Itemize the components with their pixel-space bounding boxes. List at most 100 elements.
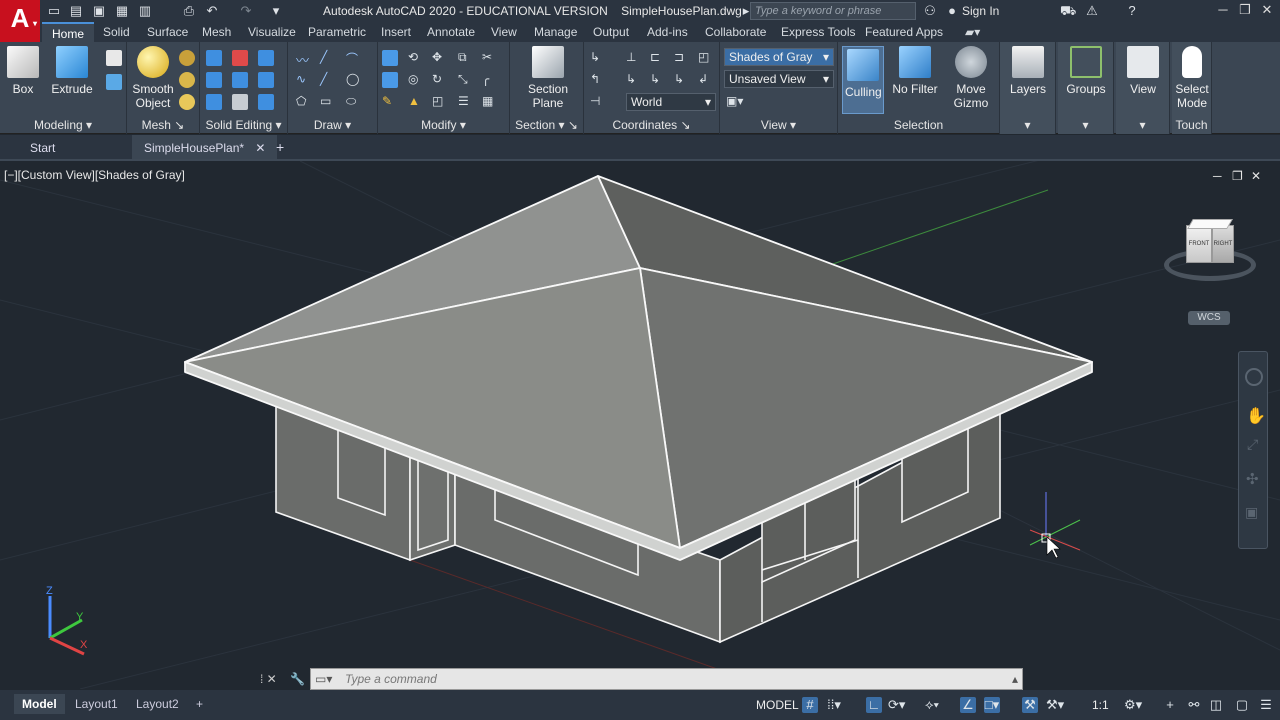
undo-icon[interactable]: ↶ <box>204 3 220 19</box>
exchange-icon[interactable]: ⚠ <box>1084 3 1100 19</box>
extract-edges-icon[interactable] <box>206 94 222 110</box>
video-icon[interactable]: ▰▾ <box>965 25 980 39</box>
spline-icon[interactable]: ∿ <box>296 72 312 88</box>
intersect-icon[interactable] <box>258 50 274 66</box>
wrench-icon[interactable]: 🔧 <box>290 672 305 686</box>
customization-menu-icon[interactable]: ☰ <box>1258 697 1274 713</box>
line-icon[interactable]: ╱ <box>320 50 336 66</box>
layout-tab-layout2[interactable]: Layout2 <box>128 694 187 714</box>
no-filter-button[interactable]: No Filter <box>890 46 940 96</box>
zoom-extents-icon[interactable]: ⤢ <box>1247 436 1258 453</box>
scale-icon[interactable]: ◰ <box>432 94 448 110</box>
new-tab-icon[interactable]: + <box>276 139 284 155</box>
restore-button[interactable]: ❐ <box>1234 2 1256 20</box>
tab-solid[interactable]: Solid <box>103 25 130 39</box>
polysolid-icon[interactable] <box>106 74 122 90</box>
draw-title[interactable]: Draw ▾ <box>288 118 377 132</box>
cart-icon[interactable]: ⛟ <box>1060 3 1076 19</box>
command-history-icon[interactable]: ▭▾ <box>315 672 332 686</box>
fillet-icon[interactable]: ╭ <box>482 72 498 88</box>
viewport-minimize-icon[interactable]: ─ <box>1213 169 1222 183</box>
copy-icon[interactable]: ⧉ <box>458 50 474 66</box>
viewport-config-icon[interactable]: ▣▾ <box>726 94 743 110</box>
visual-style-dropdown[interactable]: Shades of Gray ▾ <box>724 48 834 66</box>
plus-icon[interactable]: + <box>1162 697 1178 713</box>
view-title[interactable]: View ▾ <box>720 118 837 132</box>
drawing-viewport[interactable]: [−][Custom View][Shades of Gray] Z Y X ─… <box>0 161 1280 689</box>
rotate-3d-icon[interactable]: ⟲ <box>408 50 424 66</box>
extrude-button[interactable]: Extrude <box>50 46 94 96</box>
union-icon[interactable] <box>206 50 222 66</box>
units-icon[interactable]: ⚯ <box>1186 697 1202 713</box>
layers-expand-icon[interactable]: ▾ <box>1000 118 1055 132</box>
interfere-icon[interactable] <box>206 72 222 88</box>
tab-mesh[interactable]: Mesh <box>202 25 231 39</box>
file-tab-current[interactable]: SimpleHousePlan* ✕ <box>132 135 278 159</box>
view-expand-icon[interactable]: ▾ <box>1116 118 1169 132</box>
ucs-3point-icon[interactable]: ↰ <box>590 72 606 88</box>
explode-icon[interactable]: ✎ <box>382 94 398 110</box>
ucs-y-icon[interactable]: ↳ <box>650 72 666 88</box>
coordinates-title[interactable]: Coordinates ↘ <box>584 118 719 132</box>
save-icon[interactable]: ▣ <box>91 3 107 19</box>
sign-in-button[interactable]: Sign In <box>946 4 999 18</box>
help-icon[interactable]: ? <box>1124 3 1140 19</box>
redo-icon[interactable]: ↷ <box>238 3 254 19</box>
tab-insert[interactable]: Insert <box>381 25 411 39</box>
tab-annotate[interactable]: Annotate <box>427 25 475 39</box>
annotation-visibility-icon[interactable]: ⚒ <box>1022 697 1038 713</box>
ucs-face-icon[interactable]: ◰ <box>698 50 714 66</box>
chevron-up-icon[interactable]: ▴ <box>1012 672 1018 686</box>
section-plane-button[interactable]: Section Plane <box>526 46 570 110</box>
array-rect-icon[interactable]: ▦ <box>482 94 498 110</box>
viewcube-top-face[interactable] <box>1187 219 1233 229</box>
object-snap-tracking-icon[interactable]: ∠ <box>960 697 976 713</box>
modify-title[interactable]: Modify ▾ <box>378 118 509 132</box>
add-layout-icon[interactable]: + <box>188 694 211 714</box>
stretch-icon[interactable]: ⤡ <box>458 72 474 88</box>
tab-output[interactable]: Output <box>593 25 629 39</box>
groups-expand-icon[interactable]: ▾ <box>1058 118 1113 132</box>
array-icon[interactable]: ☰ <box>458 94 474 110</box>
circle-icon[interactable]: ◯ <box>346 72 362 88</box>
layout-tab-layout1[interactable]: Layout1 <box>67 694 126 714</box>
tab-featured-apps[interactable]: Featured Apps <box>865 25 943 39</box>
command-line-input[interactable]: ▭▾ Type a command ▴ <box>310 668 1023 690</box>
save-as-icon[interactable]: ▦ <box>114 3 130 19</box>
ucs-world-dropdown[interactable]: World ▾ <box>626 93 716 111</box>
print-icon[interactable]: ⎙ <box>181 3 197 19</box>
modeling-title[interactable]: Modeling ▾ <box>0 118 126 132</box>
mesh-refine-icon[interactable] <box>179 94 195 110</box>
view-button[interactable]: View <box>1124 46 1162 96</box>
section-title[interactable]: Section ▾ ↘ <box>510 118 583 132</box>
rectangle-icon[interactable]: ▭ <box>320 94 336 110</box>
ortho-icon[interactable]: ∟ <box>866 697 882 713</box>
polar-icon[interactable]: ⟳▾ <box>888 697 905 713</box>
mesh-smooth-less-icon[interactable] <box>179 72 195 88</box>
command-close-icon[interactable]: ⁞ ✕ <box>260 672 277 686</box>
tab-parametric[interactable]: Parametric <box>308 25 366 39</box>
ucs-origin-icon[interactable]: ⊥ <box>626 50 642 66</box>
tab-add-ins[interactable]: Add-ins <box>647 25 688 39</box>
clean-screen-icon[interactable]: ▢ <box>1234 697 1250 713</box>
named-view-dropdown[interactable]: Unsaved View ▾ <box>724 70 834 88</box>
subtract-icon[interactable] <box>232 50 248 66</box>
tab-collaborate[interactable]: Collaborate <box>705 25 766 39</box>
construction-line-icon[interactable]: ╱ <box>320 72 336 88</box>
viewcube[interactable]: FRONT RIGHT <box>1162 219 1258 289</box>
layout-tab-model[interactable]: Model <box>14 694 65 714</box>
customize-dropdown-icon[interactable]: ▾ <box>268 3 284 19</box>
offset-icon[interactable]: ◎ <box>408 72 424 88</box>
tab-home[interactable]: Home <box>42 22 95 42</box>
object-snap-icon[interactable]: □▾ <box>984 697 1000 713</box>
showmotion-icon[interactable]: ▣ <box>1245 504 1258 521</box>
new-file-icon[interactable]: ▭ <box>46 3 62 19</box>
grid-icon[interactable]: # <box>802 697 818 713</box>
viewport-controls-label[interactable]: [−][Custom View][Shades of Gray] <box>4 168 185 182</box>
presspull-icon[interactable] <box>106 50 122 66</box>
minimize-button[interactable]: ─ <box>1212 2 1234 20</box>
file-tab-start[interactable]: Start <box>30 141 55 155</box>
slice-icon[interactable] <box>232 72 248 88</box>
arc-icon[interactable]: ⌒ <box>346 50 362 66</box>
ucs-world-icon[interactable]: ⊣ <box>590 94 606 110</box>
